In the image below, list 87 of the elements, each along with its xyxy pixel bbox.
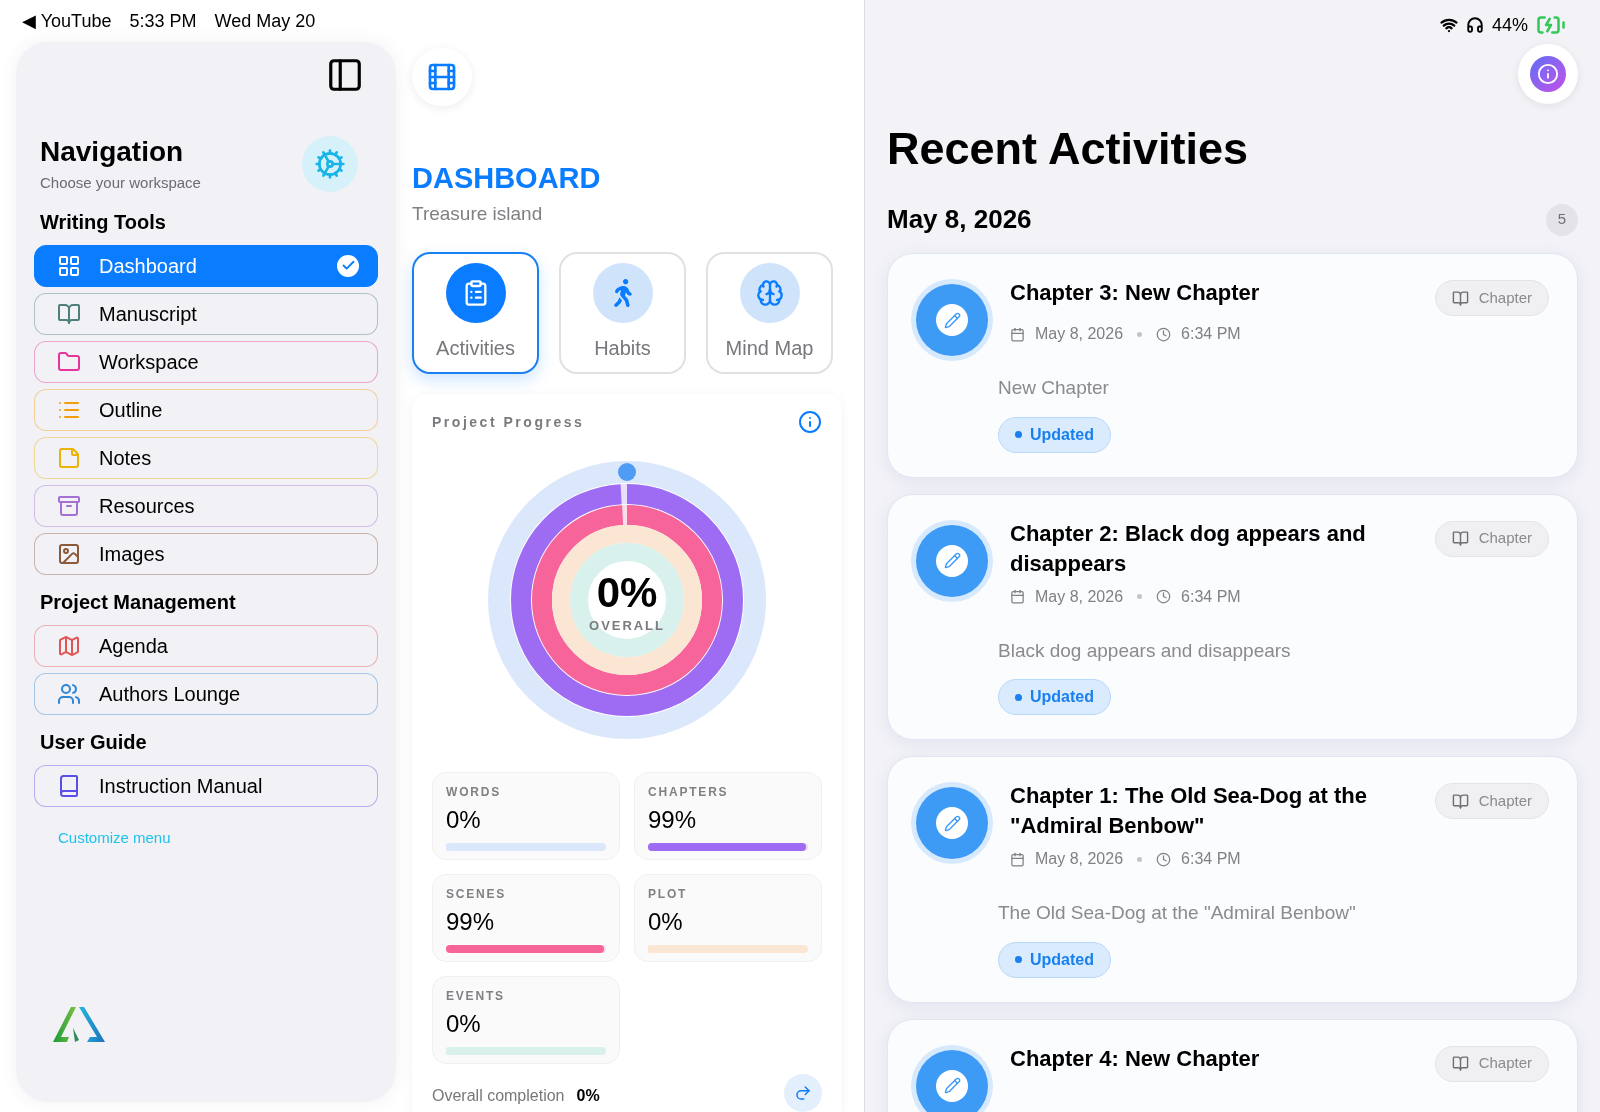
book-icon [1451, 792, 1469, 810]
activity-title: Chapter 3: New Chapter [1010, 279, 1260, 307]
nav-item[interactable]: Notes [34, 436, 378, 479]
nav-item[interactable]: Outline [34, 388, 378, 431]
activity-time: 6:34 PM [1181, 849, 1241, 869]
nav-item[interactable]: Images [34, 532, 378, 575]
activity-date: May 8, 2026 [1035, 586, 1124, 607]
stat-label: WORDS [446, 784, 502, 801]
status-text[interactable]: ◀ YouTube [22, 7, 112, 35]
book-icon [1451, 1055, 1469, 1072]
activity-description: Black dog appears and disappears [998, 638, 1292, 663]
share-icon [794, 1084, 812, 1102]
stat-value: 99% [446, 907, 496, 937]
nav-item[interactable]: Authors Lounge [34, 672, 378, 715]
activity-date: May 8, 2026 [1035, 849, 1124, 869]
section-heading: Project Management [39, 589, 237, 615]
stat-value: 99% [648, 805, 698, 835]
date-heading: May 8, 2026 [887, 203, 1032, 236]
book-icon [1451, 289, 1469, 307]
dashboard-tab[interactable]: Activities [412, 252, 539, 374]
tag-label: Chapter [1478, 528, 1532, 549]
section-heading: User Guide [39, 729, 148, 755]
stat-label: EVENTS [446, 988, 506, 1005]
stat-label: CHAPTERS [648, 784, 730, 801]
completion-value: 0% [576, 1086, 600, 1106]
sidebar-title: Navigation [40, 135, 185, 169]
share-button[interactable] [784, 1074, 822, 1112]
check-icon [337, 254, 359, 277]
dashboard-subtitle: Treasure island [412, 201, 544, 226]
calendar-icon [1010, 851, 1025, 867]
stat-label: PLOT [648, 886, 689, 903]
nav-item[interactable]: Workspace [34, 340, 378, 383]
card-title: Project Progress [432, 412, 585, 432]
activity-time: 6:34 PM [1181, 586, 1241, 607]
activity-title: Chapter 2: Black dog appears and disappears [1010, 519, 1367, 578]
overall-value: 0% [596, 570, 658, 617]
activity-date: May 8, 2026 [1035, 324, 1124, 344]
activity-description: The Old Sea-Dog at the "Admiral Benbow" [998, 901, 1357, 925]
status-badge: Updated [998, 416, 1111, 453]
status-badge: Updated [998, 679, 1111, 715]
activity-card[interactable]: Chapter 1: The Old Sea-Dog at the "Admiral Benbow" Chapter May 8, 2026 6:34 PM The Old Sea-Dog at the "Admiral Benbow" Updated [887, 756, 1578, 1003]
dashboard-title: DASHBOARD [412, 160, 602, 196]
battery-percent: 44% [1491, 13, 1528, 37]
count-badge: 5 [1546, 203, 1578, 236]
section-heading: Writing Tools [39, 209, 167, 235]
grid-icon [57, 253, 81, 278]
activity-time: 6:34 PM [1181, 324, 1241, 344]
sidebar-toggle-icon[interactable] [326, 56, 364, 94]
overall-label: OVERALL [589, 617, 665, 636]
nav-item[interactable]: Resources [34, 484, 378, 527]
dashboard-tab[interactable]: Mind Map [706, 252, 833, 374]
info-icon [1530, 56, 1566, 92]
tag-label: Chapter [1478, 1053, 1532, 1074]
gear-icon [314, 148, 346, 181]
activity-title: Chapter 1: The Old Sea-Dog at the "Admiral Benbow" [1010, 782, 1368, 840]
stat-value: 0% [446, 1009, 482, 1039]
activity-description: New Chapter [998, 376, 1110, 400]
headphones-icon [1465, 16, 1484, 34]
calendar-icon [1010, 589, 1025, 604]
activity-card[interactable]: Chapter 2: Black dog appears and disappears Chapter May 8, 2026 6:34 PM Black dog appears and disappears Updated [887, 493, 1578, 740]
tag-label: Chapter [1478, 790, 1532, 811]
status-text: Wed May 20 [214, 9, 316, 33]
stat-value: 0% [446, 805, 482, 835]
stat-label: SCENES [446, 886, 508, 903]
wifi-icon [1439, 16, 1458, 34]
clock-icon [1156, 851, 1172, 867]
clock-icon [1156, 326, 1172, 342]
nav-item[interactable]: Instruction Manual [34, 764, 378, 807]
activity-card[interactable]: Chapter 3: New Chapter Chapter May 8, 2026 6:34 PM New Chapter Updated [887, 253, 1578, 478]
calendar-icon [1010, 326, 1025, 342]
sidebar-subtitle: Choose your workspace [40, 173, 201, 193]
activity-title: Chapter 4: New Chapter [1010, 1044, 1260, 1073]
status-text: 5:33 PM [129, 9, 197, 33]
info-icon[interactable] [798, 410, 822, 434]
nav-item[interactable]: Manuscript [34, 292, 378, 335]
activities-title: Recent Activities [887, 122, 1249, 176]
dashboard-tab[interactable]: Habits [559, 252, 686, 374]
status-badge: Updated [998, 941, 1111, 978]
activity-card[interactable]: Chapter 4: New Chapter Chapter [887, 1018, 1578, 1112]
nav-item[interactable]: Agenda [34, 624, 378, 667]
book-icon [1451, 530, 1469, 547]
app-logo-icon [53, 1006, 105, 1042]
completion-label: Overall completion [432, 1086, 565, 1106]
nav-item[interactable]: Dashboard [34, 244, 378, 287]
clock-icon [1156, 589, 1172, 604]
stat-value: 0% [648, 907, 684, 937]
tag-label: Chapter [1478, 287, 1532, 308]
